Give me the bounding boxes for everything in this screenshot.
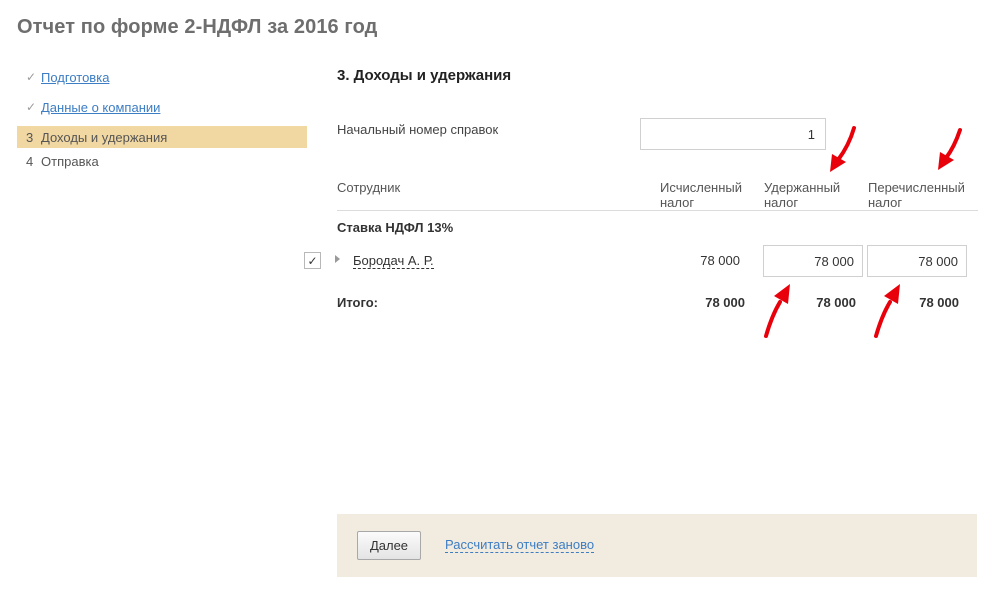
- step-number: 3: [26, 129, 34, 145]
- wizard-steps: ✓ Подготовка ✓ Данные о компании 3 Доход…: [17, 62, 307, 174]
- recalculate-report-link[interactable]: Рассчитать отчет заново: [445, 538, 595, 553]
- step-number: 4: [26, 153, 34, 169]
- checkmark-icon: ✓: [307, 253, 318, 268]
- annotation-arrow-icon: [874, 284, 900, 338]
- column-header-calculated: Исчисленный налог: [660, 180, 760, 210]
- total-label: Итого:: [337, 295, 378, 310]
- calculated-tax-value: 78 000: [700, 253, 740, 268]
- step-label: Отправка: [41, 153, 99, 169]
- transferred-tax-input[interactable]: [867, 245, 967, 277]
- step-income-deductions: 3 Доходы и удержания: [17, 126, 307, 148]
- withheld-tax-input[interactable]: [763, 245, 863, 277]
- step-preparation[interactable]: ✓ Подготовка: [17, 62, 307, 92]
- footer-bar: Далее Рассчитать отчет заново: [337, 514, 977, 577]
- start-number-label: Начальный номер справок: [337, 122, 499, 137]
- column-header-line: налог: [764, 195, 799, 210]
- step-preparation-link[interactable]: Подготовка: [41, 70, 109, 85]
- column-header-transferred: Перечисленный налог: [868, 180, 978, 210]
- tax-rate-group-label: Ставка НДФЛ 13%: [337, 220, 454, 235]
- column-header-withheld: Удержанный налог: [764, 180, 864, 210]
- check-icon: ✓: [26, 70, 37, 84]
- check-icon: ✓: [26, 100, 37, 114]
- column-header-line: налог: [660, 195, 695, 210]
- step-submission: 4 Отправка: [17, 148, 307, 174]
- expand-row-icon[interactable]: [335, 255, 340, 263]
- step-label: Доходы и удержания: [41, 129, 168, 145]
- column-header-line: Исчисленный: [660, 180, 743, 195]
- start-number-input[interactable]: [640, 118, 826, 150]
- annotation-arrow-icon: [938, 128, 962, 170]
- next-button[interactable]: Далее: [357, 531, 421, 560]
- page-title: Отчет по форме 2-НДФЛ за 2016 год: [17, 16, 378, 38]
- annotation-arrow-icon: [830, 126, 856, 172]
- step-company-data[interactable]: ✓ Данные о компании: [17, 92, 307, 122]
- section-title: 3. Доходы и удержания: [337, 67, 512, 84]
- header-divider: [337, 210, 978, 211]
- column-header-line: налог: [868, 195, 903, 210]
- employee-name-link[interactable]: Бородач А. Р.: [353, 253, 434, 269]
- annotation-arrow-icon: [764, 284, 790, 338]
- column-header-line: Перечисленный: [868, 180, 965, 195]
- total-calculated: 78 000: [705, 295, 745, 310]
- row-checkbox[interactable]: ✓: [304, 252, 321, 269]
- step-company-data-link[interactable]: Данные о компании: [41, 100, 160, 115]
- column-header-employee: Сотрудник: [337, 180, 401, 195]
- column-header-line: Удержанный: [764, 180, 841, 195]
